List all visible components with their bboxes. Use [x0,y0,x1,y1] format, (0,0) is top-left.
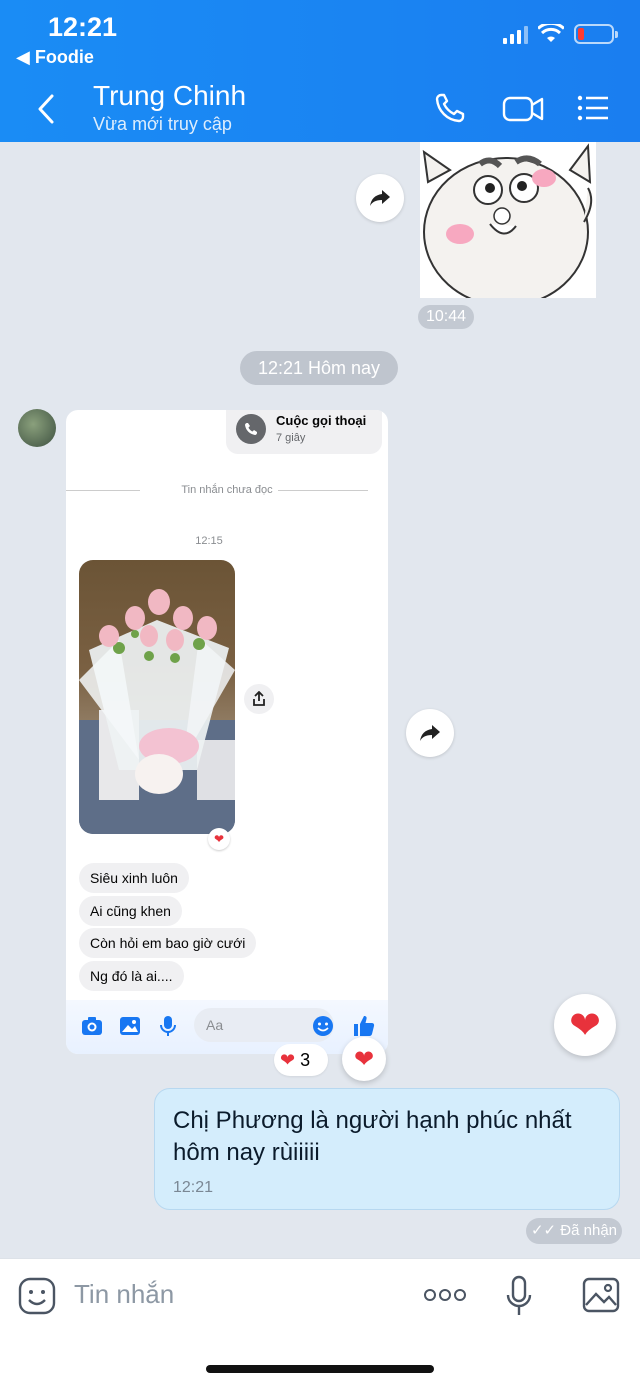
status-time: 12:21 [48,12,118,42]
voice-call-card: Cuộc gọi thoại 7 giây [226,410,382,454]
back-to-app-link[interactable]: ◀ Foodie [16,47,94,68]
cat-sticker-image[interactable] [420,142,596,298]
back-app-label: Foodie [34,47,94,67]
thumbs-up-icon [354,1016,375,1036]
unread-label: Tin nhắn chưa đọc [181,484,273,496]
forward-image-button[interactable] [406,709,454,757]
chat-header: 12:21 ◀ Foodie Trung Chinh Vừa mới truy … [0,0,640,142]
image-gallery-icon [120,1017,140,1035]
message-bubble: Siêu xinh luôn [79,863,189,893]
emoji-icon [313,1016,333,1036]
delivered-status: ✓✓ Đã nhận [526,1218,622,1244]
share-photo-button[interactable] [244,684,274,714]
double-check-icon: ✓✓ [530,1222,557,1239]
heart-icon: ❤ [353,1045,375,1073]
forward-sticker-button[interactable] [356,174,404,222]
heart-reaction-button[interactable]: ❤ [554,994,616,1056]
date-separator: 12:21 Hôm nay [240,351,398,385]
outgoing-message[interactable]: Chị Phương là người hạnh phúc nhất hôm n… [154,1088,620,1210]
message-input[interactable]: Tin nhắn [74,1279,174,1310]
battery-icon [574,24,618,44]
inner-composer-bar: Aa [66,1000,388,1054]
message-bubble: Ng đó là ai.... [79,961,184,991]
contact-status: Vừa mới truy cập [93,114,232,134]
microphone-icon [160,1016,176,1036]
reaction-count: 3 [300,1050,311,1070]
sticker-emoji-icon[interactable] [18,1277,56,1315]
message-bubble: Còn hỏi em bao giờ cưới [79,928,257,958]
inner-timestamp: 12:15 [195,535,223,547]
home-indicator [206,1365,434,1373]
status-icons [503,24,618,44]
call-duration: 7 giây [276,432,306,444]
outgoing-message-text: Chị Phương là người hạnh phúc nhất hôm n… [173,1107,572,1166]
call-title: Cuộc gọi thoại [276,413,367,428]
flower-bouquet-photo [79,560,235,834]
back-arrow-icon[interactable] [34,92,58,126]
video-call-icon[interactable] [502,90,544,126]
outgoing-message-time: 12:21 [173,1179,214,1196]
photo-attach-icon[interactable] [582,1277,620,1313]
sticker-timestamp: 10:44 [418,305,474,329]
phone-missed-icon [236,414,266,444]
message-bubble: Ai cũng khen [79,896,182,926]
camera-icon [82,1017,102,1035]
share-arrow-icon [420,725,440,741]
more-options-icon[interactable] [424,1287,466,1303]
my-heart-reaction[interactable]: ❤ [342,1037,386,1081]
screenshot-image-message[interactable]: Cuộc gọi thoại 7 giây Tin nhắn chưa đọc … [66,410,388,1054]
reaction-summary[interactable]: ❤ 3 [274,1044,328,1076]
menu-list-icon[interactable] [576,90,610,126]
phone-call-icon[interactable] [432,90,468,126]
heart-icon: ❤ [569,1004,601,1047]
voice-record-icon[interactable] [506,1275,532,1317]
contact-name[interactable]: Trung Chinh [93,80,246,112]
heart-icon: ❤ [280,1050,296,1070]
share-arrow-icon [370,190,390,206]
delivered-label: Đã nhận [560,1222,618,1239]
cellular-signal-icon [503,24,528,44]
heart-reaction-icon: ❤ [208,828,230,850]
contact-avatar[interactable] [18,409,56,447]
wifi-icon [538,24,564,42]
share-icon [253,691,265,706]
